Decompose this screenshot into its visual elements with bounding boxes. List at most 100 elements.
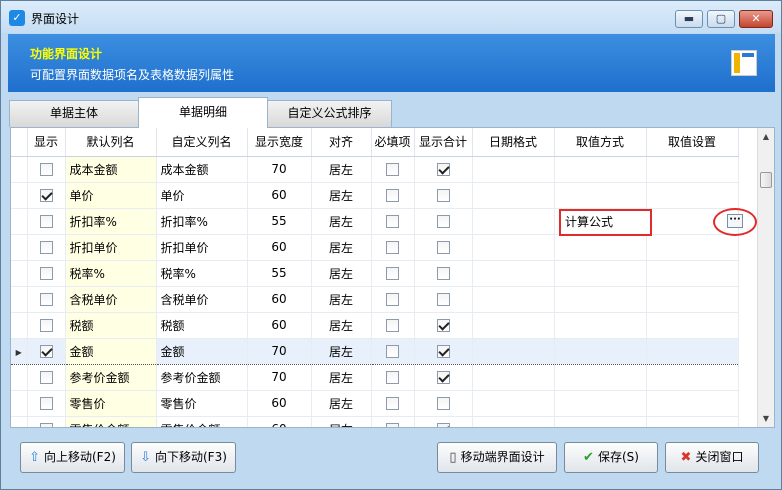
table-row[interactable]: 单价 单价 60 居左 <box>11 182 739 209</box>
minimize-button[interactable]: ▬ <box>675 10 703 28</box>
table-row[interactable]: 零售价 零售价 60 居左 <box>11 390 739 417</box>
align-cell[interactable]: 居左 <box>311 337 372 365</box>
show-checkbox[interactable] <box>39 319 53 332</box>
show-total-checkbox[interactable] <box>436 215 450 228</box>
required-checkbox[interactable] <box>386 163 399 176</box>
align-cell[interactable]: 居左 <box>311 416 372 427</box>
align-cell[interactable]: 居左 <box>311 312 372 339</box>
width-cell[interactable]: 70 <box>247 337 312 365</box>
value-setting-cell[interactable] <box>646 416 739 427</box>
date-format-cell[interactable] <box>472 337 555 365</box>
row-header[interactable] <box>11 260 28 287</box>
custom-name-cell[interactable]: 单价 <box>156 182 248 209</box>
show-total-cell[interactable] <box>414 260 473 287</box>
move-down-button[interactable]: ⇩ 向下移动(F3) <box>131 442 236 473</box>
show-cell[interactable] <box>27 337 66 365</box>
value-method-cell[interactable] <box>554 364 647 391</box>
custom-name-cell[interactable]: 参考价金额 <box>156 364 248 391</box>
show-checkbox[interactable] <box>39 267 53 280</box>
value-setting-cell[interactable] <box>646 390 739 417</box>
date-format-cell[interactable] <box>472 234 555 261</box>
date-format-cell[interactable] <box>472 416 555 427</box>
col-header-date-format[interactable]: 日期格式 <box>472 128 555 157</box>
width-cell[interactable]: 60 <box>247 234 312 261</box>
required-cell[interactable] <box>371 390 415 417</box>
row-header[interactable] <box>11 208 28 235</box>
required-cell[interactable] <box>371 156 415 183</box>
custom-name-cell[interactable]: 零售价金额 <box>156 416 248 427</box>
show-checkbox[interactable] <box>39 215 53 228</box>
width-cell[interactable]: 55 <box>247 260 312 287</box>
required-checkbox[interactable] <box>386 189 399 202</box>
show-total-checkbox[interactable] <box>436 397 450 410</box>
date-format-cell[interactable] <box>472 390 555 417</box>
show-total-cell[interactable] <box>414 390 473 417</box>
table-row[interactable]: 成本金额 成本金额 70 居左 <box>11 156 739 183</box>
value-method-cell[interactable] <box>554 337 647 365</box>
value-method-cell[interactable] <box>554 312 647 339</box>
value-setting-cell[interactable] <box>646 260 739 287</box>
required-cell[interactable] <box>371 286 415 313</box>
custom-name-cell[interactable]: 税率% <box>156 260 248 287</box>
custom-name-cell[interactable]: 成本金额 <box>156 156 248 183</box>
show-total-checkbox[interactable] <box>436 423 450 427</box>
col-header-width[interactable]: 显示宽度 <box>247 128 312 157</box>
show-total-checkbox[interactable] <box>436 319 450 332</box>
date-format-cell[interactable] <box>472 312 555 339</box>
show-cell[interactable] <box>27 260 66 287</box>
show-checkbox[interactable] <box>39 345 53 358</box>
custom-name-cell[interactable]: 零售价 <box>156 390 248 417</box>
show-checkbox[interactable] <box>39 371 53 384</box>
required-checkbox[interactable] <box>386 423 399 427</box>
width-cell[interactable]: 70 <box>247 156 312 183</box>
required-cell[interactable] <box>371 416 415 427</box>
table-row[interactable]: 税额 税额 60 居左 <box>11 312 739 339</box>
show-cell[interactable] <box>27 416 66 427</box>
scroll-thumb[interactable] <box>760 172 772 188</box>
value-method-cell[interactable] <box>554 156 647 183</box>
show-total-checkbox[interactable] <box>436 163 450 176</box>
required-checkbox[interactable] <box>386 371 399 384</box>
row-header[interactable] <box>11 182 28 209</box>
show-cell[interactable] <box>27 182 66 209</box>
align-cell[interactable]: 居左 <box>311 182 372 209</box>
show-checkbox[interactable] <box>39 293 53 306</box>
table-row[interactable]: 参考价金额 参考价金额 70 居左 <box>11 364 739 391</box>
tab-document-main[interactable]: 单据主体 <box>9 100 139 127</box>
value-method-cell[interactable]: 计算公式 <box>559 209 652 236</box>
show-total-cell[interactable] <box>414 156 473 183</box>
show-total-checkbox[interactable] <box>436 241 450 254</box>
required-cell[interactable] <box>371 364 415 391</box>
table-row[interactable]: 税率% 税率% 55 居左 <box>11 260 739 287</box>
row-header[interactable] <box>11 312 28 339</box>
value-setting-cell[interactable] <box>646 286 739 313</box>
save-button[interactable]: ✔ 保存(S) <box>564 442 658 473</box>
width-cell[interactable]: 55 <box>247 208 312 235</box>
value-setting-cell[interactable] <box>646 182 739 209</box>
width-cell[interactable]: 60 <box>247 416 312 427</box>
required-checkbox[interactable] <box>386 293 399 306</box>
width-cell[interactable]: 60 <box>247 390 312 417</box>
show-total-cell[interactable] <box>414 234 473 261</box>
show-total-cell[interactable] <box>414 364 473 391</box>
row-header[interactable] <box>11 234 28 261</box>
show-total-cell[interactable] <box>414 312 473 339</box>
show-cell[interactable] <box>27 234 66 261</box>
value-method-cell[interactable] <box>554 260 647 287</box>
required-cell[interactable] <box>371 208 415 235</box>
value-setting-cell[interactable] <box>646 312 739 339</box>
show-cell[interactable] <box>27 286 66 313</box>
show-checkbox[interactable] <box>39 423 53 427</box>
table-row[interactable]: 折扣单价 折扣单价 60 居左 <box>11 234 739 261</box>
required-checkbox[interactable] <box>386 345 399 358</box>
value-method-cell[interactable] <box>554 390 647 417</box>
col-header-show-total[interactable]: 显示合计 <box>414 128 473 157</box>
show-cell[interactable] <box>27 208 66 235</box>
show-cell[interactable] <box>27 312 66 339</box>
show-total-cell[interactable] <box>414 337 473 365</box>
align-cell[interactable]: 居左 <box>311 390 372 417</box>
date-format-cell[interactable] <box>472 286 555 313</box>
date-format-cell[interactable] <box>472 182 555 209</box>
show-cell[interactable] <box>27 364 66 391</box>
scroll-up-arrow-icon[interactable]: ▲ <box>758 128 774 145</box>
